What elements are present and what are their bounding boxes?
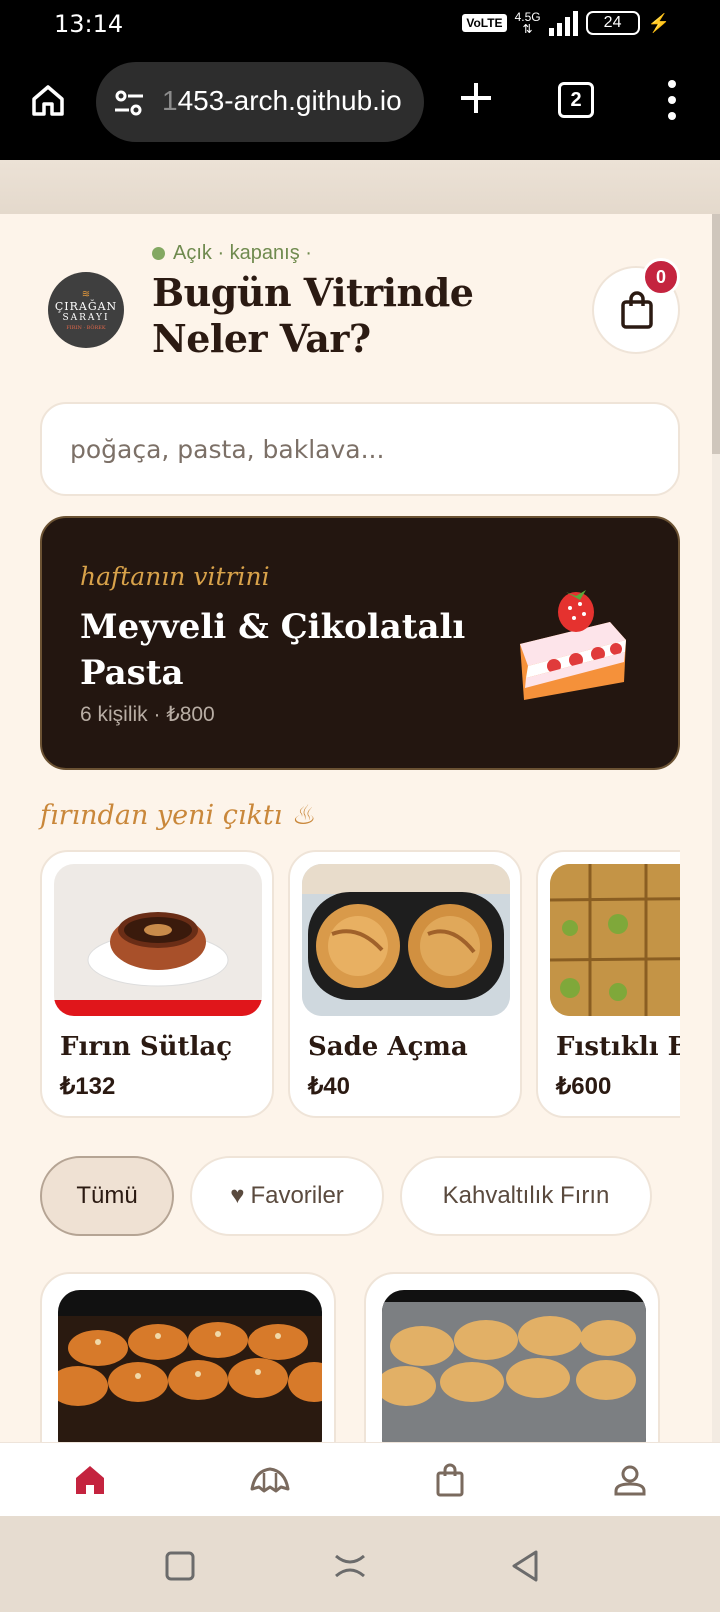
- wheat-icon: ≋: [81, 288, 91, 300]
- network-label: 4.5G: [514, 10, 541, 24]
- status-text: Açık · kapanış ·: [173, 242, 312, 264]
- status-bar: 13:14 VoLTE 4.5G ⇅ 24 ⚡: [0, 0, 720, 48]
- app-bottom-nav: [0, 1442, 720, 1516]
- nav-home[interactable]: [0, 1443, 180, 1516]
- user-icon: [614, 1465, 646, 1495]
- shopping-bag-icon: [436, 1463, 464, 1496]
- recents-icon[interactable]: [160, 1546, 200, 1586]
- pogaca-photo: [58, 1290, 322, 1442]
- filter-chip-breakfast[interactable]: Kahvaltılık Fırın: [400, 1156, 652, 1236]
- network-type: 4.5G ⇅: [514, 10, 541, 36]
- page-title: Bugün Vitrinde Neler Var?: [152, 270, 474, 361]
- fresh-carousel[interactable]: Fırın Sütlaç ₺132 Sade Açma ₺40 Fıstıklı…: [40, 850, 680, 1120]
- product-card[interactable]: [40, 1272, 336, 1442]
- url-host: 453-arch.github.io: [177, 85, 402, 116]
- home-gesture-icon[interactable]: [330, 1546, 370, 1586]
- nav-menu[interactable]: [180, 1443, 360, 1516]
- chip-label: Favoriler: [250, 1182, 344, 1209]
- browser-toolbar: 1453-arch.github.io 2: [0, 48, 720, 160]
- cake-slice-icon: [520, 590, 626, 700]
- product-card[interactable]: Fırın Sütlaç ₺132: [40, 850, 274, 1118]
- product-name: Fırın Sütlaç: [60, 1032, 233, 1062]
- product-price: ₺600: [556, 1073, 612, 1100]
- product-card[interactable]: [364, 1272, 660, 1442]
- croissant-icon: [250, 1467, 290, 1492]
- scrollbar[interactable]: [712, 214, 720, 454]
- site-settings-icon[interactable]: [112, 86, 146, 120]
- product-price: ₺132: [60, 1073, 116, 1100]
- url-bar[interactable]: 1453-arch.github.io: [96, 62, 424, 142]
- chip-label: Kahvaltılık Fırın: [442, 1182, 610, 1209]
- product-name: Fıstıklı Baklava: [556, 1032, 680, 1062]
- filter-chip-favorites[interactable]: ♥ Favoriler: [190, 1156, 384, 1236]
- clock: 13:14: [54, 10, 124, 38]
- logo-line-3: FIRIN · BÖREK: [66, 324, 106, 331]
- url-dim: 1: [162, 85, 178, 116]
- signal-icon: [548, 10, 578, 36]
- open-status: Açık · kapanış ·: [152, 242, 312, 265]
- new-tab-icon[interactable]: [456, 78, 496, 118]
- nav-cart[interactable]: [360, 1443, 540, 1516]
- battery-icon: 24: [585, 11, 640, 35]
- tab-switcher-button[interactable]: 2: [558, 82, 594, 118]
- logo-line-1: ÇIRAĞAN: [54, 299, 118, 313]
- filter-chip-all[interactable]: Tümü: [40, 1156, 174, 1236]
- baklava-photo: [550, 864, 680, 1016]
- chip-label: Tümü: [76, 1182, 138, 1209]
- fresh-section-title: fırından yeni çıktı ♨: [40, 800, 316, 831]
- battery-level: 24: [603, 14, 622, 31]
- product-price: ₺40: [308, 1073, 350, 1100]
- system-nav-bar: [0, 1516, 720, 1612]
- product-name: Sade Açma: [308, 1032, 468, 1062]
- overflow-menu-icon[interactable]: [662, 80, 682, 120]
- home-icon[interactable]: [28, 80, 68, 120]
- url-text: 1453-arch.github.io: [162, 85, 402, 117]
- featured-title: Meyveli & Çikolatalı Pasta: [80, 607, 466, 693]
- status-dot-icon: [152, 247, 165, 260]
- status-icons: VoLTE 4.5G ⇅ 24 ⚡: [462, 10, 670, 36]
- heart-icon: ♥: [230, 1182, 245, 1209]
- featured-subtitle: 6 kişilik · ₺800: [80, 703, 215, 726]
- borek-photo: [382, 1290, 646, 1442]
- page-content: ≋ ÇIRAĞAN SARAYI FIRIN · BÖREK Açık · ka…: [0, 214, 712, 1442]
- charging-icon: ⚡: [647, 12, 670, 33]
- home-icon: [76, 1465, 104, 1494]
- search-input[interactable]: [40, 402, 680, 496]
- sutlac-photo: [54, 864, 262, 1016]
- logo-line-2: SARAYI: [62, 312, 110, 323]
- page-top-strip: [0, 160, 720, 214]
- featured-kicker: haftanın vitrini: [80, 562, 270, 591]
- nav-profile[interactable]: [540, 1443, 720, 1516]
- featured-banner[interactable]: haftanın vitrini Meyveli & Çikolatalı Pa…: [40, 516, 680, 770]
- back-icon[interactable]: [506, 1546, 546, 1586]
- shopping-bag-icon: [621, 291, 653, 329]
- product-card[interactable]: Sade Açma ₺40: [288, 850, 522, 1118]
- acma-photo: [302, 864, 510, 1016]
- product-card[interactable]: Fıstıklı Baklava ₺600: [536, 850, 680, 1118]
- brand-logo[interactable]: ≋ ÇIRAĞAN SARAYI FIRIN · BÖREK: [48, 272, 124, 348]
- volte-icon: VoLTE: [462, 14, 507, 32]
- cart-count-badge: 0: [642, 258, 680, 296]
